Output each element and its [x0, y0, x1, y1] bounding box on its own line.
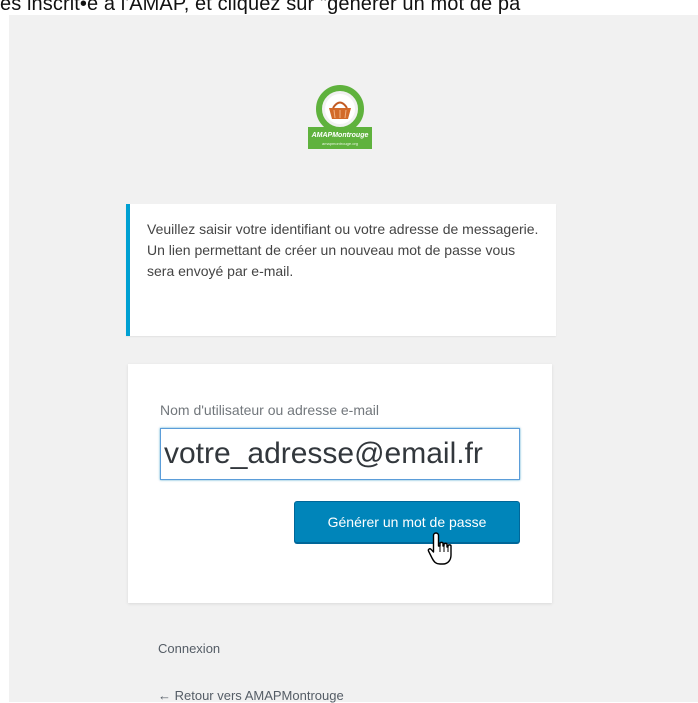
svg-text:amapmontrouge.org: amapmontrouge.org: [322, 141, 358, 146]
lost-password-form: Nom d'utilisateur ou adresse e-mail Géné…: [128, 364, 552, 603]
user-login-label: Nom d'utilisateur ou adresse e-mail: [160, 402, 379, 418]
login-link[interactable]: Connexion: [158, 641, 220, 656]
password-reset-page: AMAPMontrouge amapmontrouge.org Veuillez…: [9, 15, 698, 703]
notice-text: Veuillez saisir votre identifiant ou vot…: [147, 221, 539, 279]
user-login-input[interactable]: [160, 428, 520, 480]
back-to-site-link[interactable]: ← Retour vers AMAPMontrouge: [158, 688, 344, 703]
svg-text:AMAPMontrouge: AMAPMontrouge: [311, 132, 369, 139]
info-notice: Veuillez saisir votre identifiant ou vot…: [126, 204, 556, 336]
hand-pointer-icon: [427, 532, 452, 565]
amap-logo[interactable]: AMAPMontrouge amapmontrouge.org: [306, 82, 374, 150]
tutorial-caption: es inscrit•e à l'AMAP, et cliquez sur "g…: [0, 0, 521, 15]
generate-password-button[interactable]: Générer un mot de passe: [294, 501, 520, 543]
